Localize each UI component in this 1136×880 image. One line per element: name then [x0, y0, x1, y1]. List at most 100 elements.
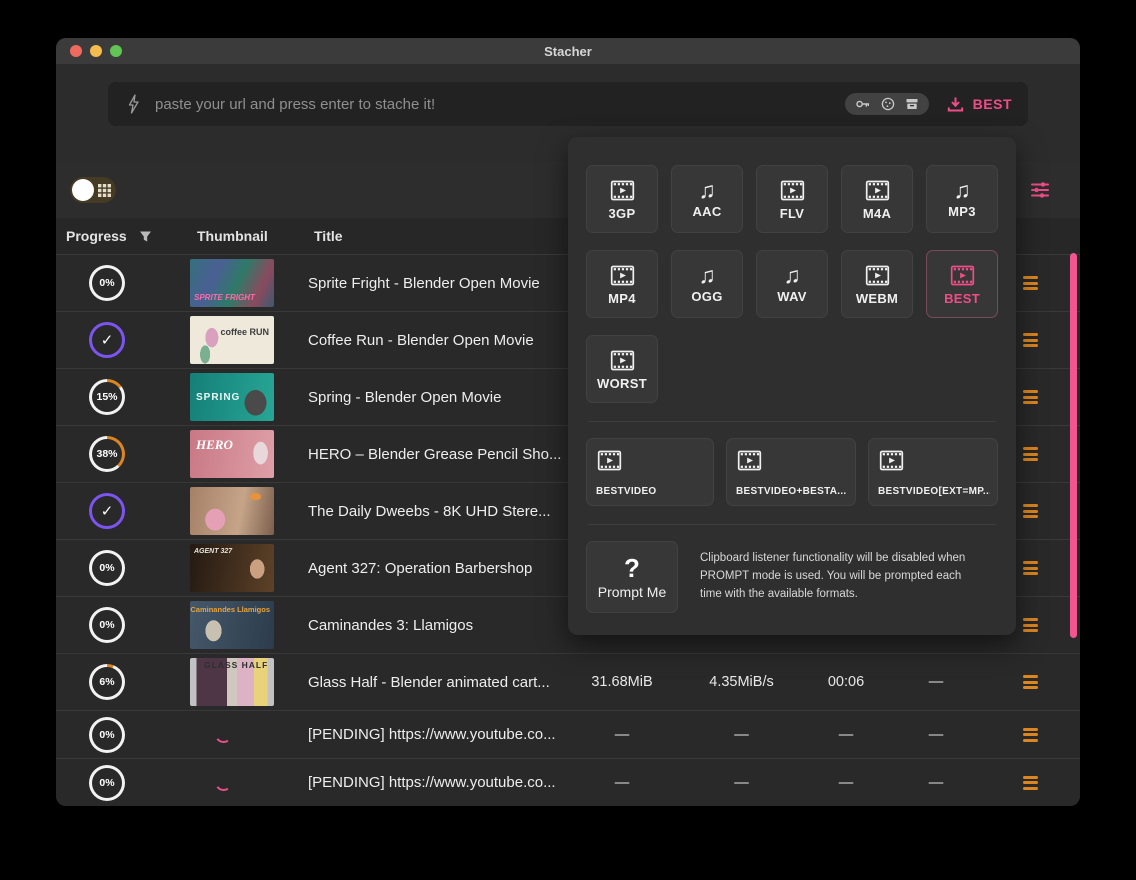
format-button-ogg[interactable]: ♫ OGG: [671, 250, 743, 318]
format-label: OGG: [691, 289, 723, 304]
film-icon: [597, 450, 622, 471]
format-selector-button[interactable]: BEST: [947, 96, 1012, 113]
title-bar: Stacher: [56, 38, 1080, 64]
view-mode-toggle[interactable]: [70, 177, 116, 203]
parts-value: —: [928, 674, 944, 690]
column-header-thumbnail-label: Thumbnail: [197, 228, 268, 244]
size-value: 31.68MiB: [591, 674, 653, 690]
row-menu-button[interactable]: [1019, 614, 1042, 636]
format-button-best[interactable]: BEST: [926, 250, 998, 318]
format-grid: 3GP ♫ AAC FLV M4A ♫ MP3 MP4 ♫ OGG ♫ WAV WEBM BES…: [586, 165, 998, 403]
video-thumbnail: Caminandes Llamigos: [190, 601, 274, 649]
format-label: AAC: [692, 204, 722, 219]
column-header-title-label: Title: [314, 228, 343, 244]
parts-value: —: [928, 774, 944, 791]
video-title: [PENDING] https://www.youtube.co...: [308, 726, 556, 743]
row-menu-button[interactable]: [1019, 272, 1042, 294]
row-menu-button[interactable]: [1019, 443, 1042, 465]
row-menu-button[interactable]: [1019, 671, 1042, 693]
row-menu-button[interactable]: [1019, 724, 1042, 746]
filter-settings-button[interactable]: [1030, 181, 1050, 199]
row-menu-button[interactable]: [1019, 557, 1042, 579]
selected-format-label: BEST: [972, 96, 1012, 112]
prompt-me-label: Prompt Me: [597, 583, 667, 600]
film-icon: [865, 180, 889, 201]
format-button-wav[interactable]: ♫ WAV: [756, 250, 828, 318]
format-button-flv[interactable]: FLV: [756, 165, 828, 233]
custom-format-button[interactable]: BESTVIDEO[EXT=MP...: [868, 438, 998, 506]
eta-value: 00:06: [827, 674, 865, 690]
archive-icon: [906, 99, 918, 109]
table-row[interactable]: 0% [PENDING] https://www.youtube.co... — — —…: [56, 711, 1080, 759]
check-icon: ✓: [100, 332, 114, 349]
format-label: M4A: [862, 206, 892, 221]
close-window-button[interactable]: [70, 45, 82, 57]
video-thumbnail: SPRING: [190, 373, 274, 421]
film-icon: [737, 450, 762, 471]
music-note-icon: ♫: [698, 177, 716, 203]
row-menu-button[interactable]: [1019, 386, 1042, 408]
format-menu-popup: 3GP ♫ AAC FLV M4A ♫ MP3 MP4 ♫ OGG ♫ WAV WEBM BES…: [568, 137, 1016, 635]
video-title: Spring - Blender Open Movie: [308, 388, 502, 406]
progress-percent-label: 0%: [92, 268, 122, 298]
video-title: HERO – Blender Grease Pencil Sho...: [308, 445, 562, 463]
key-icon: [855, 100, 869, 108]
video-title: Glass Half - Blender animated cart...: [308, 673, 550, 691]
column-header-thumbnail[interactable]: Thumbnail: [180, 228, 308, 244]
url-input-box[interactable]: BEST: [108, 82, 1028, 126]
progress-ring: 0%: [89, 265, 125, 301]
film-icon: [950, 265, 974, 286]
format-button-aac[interactable]: ♫ AAC: [671, 165, 743, 233]
format-label: 3GP: [608, 206, 636, 221]
format-label: FLV: [779, 206, 805, 221]
progress-percent-label: 38%: [92, 439, 122, 469]
music-note-icon: ♫: [953, 177, 971, 203]
format-button-3gp[interactable]: 3GP: [586, 165, 658, 233]
table-row[interactable]: 6% GLASS HALF Glass Half - Blender animat…: [56, 654, 1080, 711]
progress-ring: 0%: [89, 716, 125, 753]
prompt-row: ? Prompt Me Clipboard listener functiona…: [586, 541, 998, 613]
auth-options-pill[interactable]: [844, 93, 929, 115]
size-value: —: [614, 774, 630, 791]
format-button-mp4[interactable]: MP4: [586, 250, 658, 318]
music-note-icon: ♫: [698, 262, 716, 288]
row-menu-button[interactable]: [1019, 329, 1042, 351]
custom-format-label: BESTVIDEO[EXT=MP...: [878, 486, 990, 497]
format-button-worst[interactable]: WORST: [586, 335, 658, 403]
format-button-m4a[interactable]: M4A: [841, 165, 913, 233]
row-menu-button[interactable]: [1019, 500, 1042, 522]
url-input[interactable]: [155, 95, 845, 113]
eta-value: —: [838, 726, 854, 743]
prompt-me-button[interactable]: ? Prompt Me: [586, 541, 678, 613]
video-title: [PENDING] https://www.youtube.co...: [308, 774, 556, 791]
sliders-icon: [1031, 182, 1049, 198]
custom-format-button[interactable]: BESTVIDEO: [586, 438, 714, 506]
film-icon: [610, 180, 634, 201]
custom-format-row: BESTVIDEO BESTVIDEO+BESTA... BESTVIDEO[E…: [586, 438, 998, 506]
custom-format-button[interactable]: BESTVIDEO+BESTA...: [726, 438, 856, 506]
column-header-progress[interactable]: Progress: [56, 228, 180, 244]
progress-ring: 0%: [89, 607, 125, 643]
vertical-scrollbar[interactable]: [1070, 253, 1077, 638]
minimize-window-button[interactable]: [90, 45, 102, 57]
thumbnail-text: SPRING: [196, 392, 241, 403]
column-header-title[interactable]: Title: [308, 228, 562, 244]
check-icon: ✓: [100, 503, 114, 520]
video-thumbnail: GLASS HALF: [190, 658, 274, 706]
progress-complete-badge: ✓: [89, 493, 125, 529]
video-title: Sprite Fright - Blender Open Movie: [308, 274, 540, 292]
thumbnail-text: GLASS HALF: [204, 660, 269, 670]
size-value: —: [614, 726, 630, 743]
format-button-webm[interactable]: WEBM: [841, 250, 913, 318]
filter-funnel-icon[interactable]: [139, 230, 152, 243]
format-button-mp3[interactable]: ♫ MP3: [926, 165, 998, 233]
progress-percent-label: 0%: [92, 767, 122, 798]
zoom-window-button[interactable]: [110, 45, 122, 57]
table-row[interactable]: 0% [PENDING] https://www.youtube.co... — — —…: [56, 759, 1080, 806]
format-label: BEST: [944, 291, 980, 306]
progress-percent-label: 0%: [92, 553, 122, 583]
app-window: Stacher BEST: [56, 38, 1080, 806]
row-menu-button[interactable]: [1019, 772, 1042, 794]
film-icon: [610, 350, 634, 371]
progress-percent-label: 15%: [92, 382, 122, 412]
